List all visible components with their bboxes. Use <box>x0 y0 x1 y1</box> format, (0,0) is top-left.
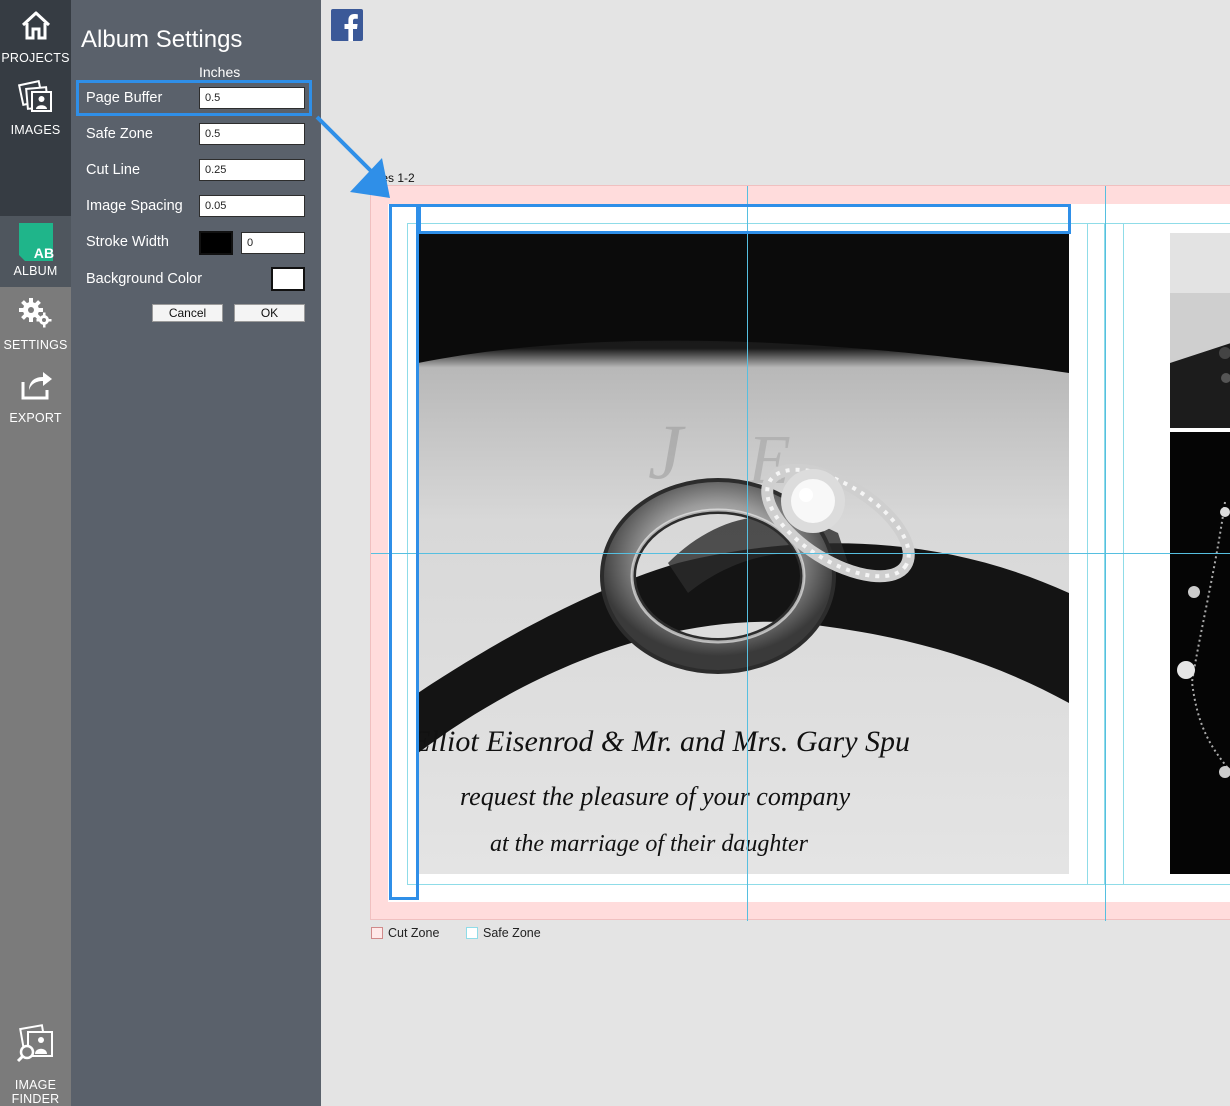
panel-title: Album Settings <box>81 26 243 53</box>
stroke-color-swatch[interactable] <box>199 231 233 255</box>
image-finder-icon <box>16 1024 53 1063</box>
invitation-line-1: Elliot Eisenrod & Mr. and Mrs. Gary Spu <box>418 725 910 758</box>
invitation-line-2: request the pleasure of your company <box>460 782 851 811</box>
nav-images[interactable]: IMAGES <box>0 80 71 137</box>
stroke-width-input[interactable] <box>241 232 305 254</box>
album-icon: AB <box>18 223 54 261</box>
invitation-line-3: at the marriage of their daughter <box>490 831 809 857</box>
safe-zone-line-left <box>1087 223 1088 885</box>
nav-projects[interactable]: PROJECTS <box>0 8 71 65</box>
export-icon <box>21 372 52 400</box>
svg-text:J: J <box>648 408 686 495</box>
safe-zone-input[interactable] <box>199 123 305 145</box>
photo-right-bottom[interactable] <box>1170 432 1230 874</box>
photo-right-top[interactable] <box>1170 233 1230 428</box>
callout-arrow <box>315 115 390 198</box>
page-buffer-highlight-left <box>389 204 419 900</box>
facebook-icon[interactable] <box>331 9 363 41</box>
legend-cut-zone: Cut Zone <box>371 926 439 940</box>
safe-zone-swatch <box>466 927 478 939</box>
nav-export-label: EXPORT <box>9 411 62 425</box>
nav-image-finder-label-1: IMAGE <box>14 1078 57 1092</box>
nav-album[interactable]: AB ALBUM <box>0 216 71 287</box>
nav-settings[interactable]: SETTINGS <box>0 296 71 352</box>
cut-line-label: Cut Line <box>86 162 141 178</box>
nav-image-finder-label-2: FINDER <box>11 1092 60 1106</box>
album-settings-panel: Album Settings Inches Page Buffer Safe Z… <box>71 0 321 1106</box>
album-spread[interactable]: J E Elliot Eisenrod & Mr. and Mrs. Gary … <box>370 185 1230 921</box>
nav-images-label: IMAGES <box>10 123 61 137</box>
stroke-width-label: Stroke Width <box>86 234 169 250</box>
units-label: Inches <box>199 64 241 80</box>
right-bottom-photo-graphic <box>1170 432 1230 874</box>
nav-projects-label: PROJECTS <box>1 51 70 65</box>
home-icon <box>21 11 50 40</box>
cancel-button[interactable]: Cancel <box>152 304 223 322</box>
nav-image-finder[interactable]: IMAGE FINDER <box>0 1024 71 1106</box>
cut-zone-swatch <box>371 927 383 939</box>
safe-zone-line-right <box>1123 223 1124 885</box>
gear-icon <box>18 298 51 328</box>
page-buffer-label: Page Buffer <box>86 90 163 106</box>
image-spacing-input[interactable] <box>199 195 305 217</box>
left-nav: PROJECTS IMAGES AB ALBUM SETTINGS EXPORT… <box>0 0 71 1106</box>
legend-safe-zone: Safe Zone <box>466 926 541 940</box>
background-color-swatch[interactable] <box>271 267 305 291</box>
page-buffer-highlight-top <box>418 204 1071 234</box>
facebook-glyph <box>344 14 358 41</box>
nav-album-label: ALBUM <box>13 264 58 278</box>
cut-zone-label: Cut Zone <box>388 926 440 940</box>
safe-zone-legend-label: Safe Zone <box>483 926 541 940</box>
cut-line-input[interactable] <box>199 159 305 181</box>
right-top-photo-graphic <box>1170 233 1230 428</box>
nav-settings-label: SETTINGS <box>3 338 68 352</box>
ok-button[interactable]: OK <box>234 304 305 322</box>
page-buffer-input[interactable] <box>199 87 305 109</box>
nav-export[interactable]: EXPORT <box>0 368 71 425</box>
album-icon-text: AB <box>33 245 54 261</box>
background-color-label: Background Color <box>86 271 203 287</box>
image-spacing-label: Image Spacing <box>86 198 183 214</box>
images-icon <box>17 80 52 112</box>
safe-zone-label: Safe Zone <box>86 126 153 142</box>
center-guide-h <box>371 553 1230 554</box>
